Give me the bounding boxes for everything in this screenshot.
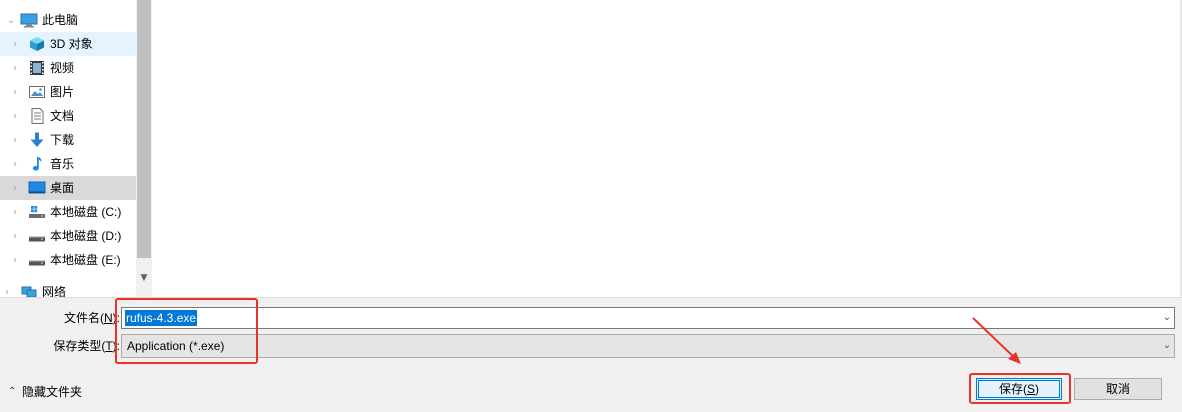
nav-item-label: 图片 [50,85,75,99]
chevron-right-icon[interactable]: › [9,80,21,104]
nav-item-documents[interactable]: › 文档 [0,104,136,128]
chevron-right-icon[interactable]: › [9,224,21,248]
nav-item-drive-d[interactable]: › 本地磁盘 (D:) [0,224,136,248]
annotation-highlight-save [969,373,1071,404]
nav-scrollbar-thumb[interactable] [137,0,151,258]
nav-item-label: 本地磁盘 (D:) [50,229,122,243]
network-icon [21,286,37,297]
nav-item-label: 此电脑 [42,13,79,27]
download-arrow-icon [30,132,44,147]
chevron-down-icon[interactable]: ⌄ [5,8,17,32]
nav-item-desktop[interactable]: › 桌面 [0,176,136,200]
nav-item-network[interactable]: › 网络 [0,280,136,297]
nav-item-label: 网络 [42,285,67,297]
chevron-right-icon[interactable]: › [1,280,13,298]
nav-item-label: 本地磁盘 (E:) [50,253,121,267]
filename-label: 文件名(N): [63,311,120,325]
nav-item-label: 音乐 [50,157,75,171]
chevron-right-icon[interactable]: › [9,152,21,176]
hide-folders-toggle[interactable]: ⌃ 隐藏文件夹 [8,382,82,402]
chevron-right-icon[interactable]: › [9,128,21,152]
scroll-down-arrow-icon[interactable]: ▼ [136,270,152,286]
drive-icon [29,236,45,242]
nav-item-downloads[interactable]: › 下载 [0,128,136,152]
nav-item-pictures[interactable]: › 图片 [0,80,136,104]
nav-item-this-pc[interactable]: ⌄ 此电脑 [0,8,136,32]
system-drive-icon [29,206,45,218]
computer-icon [20,13,38,28]
nav-item-drive-c[interactable]: › 本地磁盘 (C:) [0,200,136,224]
file-list-area[interactable] [152,0,1182,297]
nav-item-label: 视频 [50,61,75,75]
navigation-pane[interactable]: ⌄ 此电脑 › 3D 对象 › 视频 › 图片 › 文档 › 下载 › 音乐 ›… [0,0,152,297]
nav-item-3d-objects[interactable]: › 3D 对象 [0,32,136,56]
chevron-right-icon[interactable]: › [9,32,21,56]
file-type-label: 保存类型(T): [53,339,120,353]
chevron-right-icon[interactable]: › [9,56,21,80]
nav-item-label: 文档 [50,109,75,123]
chevron-right-icon[interactable]: › [9,176,21,200]
annotation-highlight-fields [115,298,258,364]
nav-item-label: 下载 [50,133,75,147]
nav-item-label: 桌面 [50,181,75,195]
chevron-down-icon[interactable]: ⌄ [1160,308,1174,328]
nav-item-drive-e[interactable]: › 本地磁盘 (E:) [0,248,136,272]
nav-item-videos[interactable]: › 视频 [0,56,136,80]
nav-item-label: 3D 对象 [50,37,93,51]
music-note-icon [32,157,42,171]
drive-icon [29,260,45,266]
chevron-right-icon[interactable]: › [9,248,21,272]
cancel-button[interactable]: 取消 [1074,378,1162,400]
desktop-icon [28,181,46,194]
chevron-down-icon[interactable]: ⌄ [1160,336,1174,356]
nav-item-label: 本地磁盘 (C:) [50,205,122,219]
chevron-right-icon[interactable]: › [9,200,21,224]
hide-folders-label: 隐藏文件夹 [22,385,83,399]
chevron-right-icon[interactable]: › [9,104,21,128]
video-icon [30,61,44,75]
caret-up-icon: ⌃ [8,386,17,397]
pictures-icon [29,86,45,98]
document-icon [31,108,44,124]
annotation-arrow-icon [972,317,1021,364]
nav-item-music[interactable]: › 音乐 [0,152,136,176]
3d-objects-icon [30,37,44,51]
